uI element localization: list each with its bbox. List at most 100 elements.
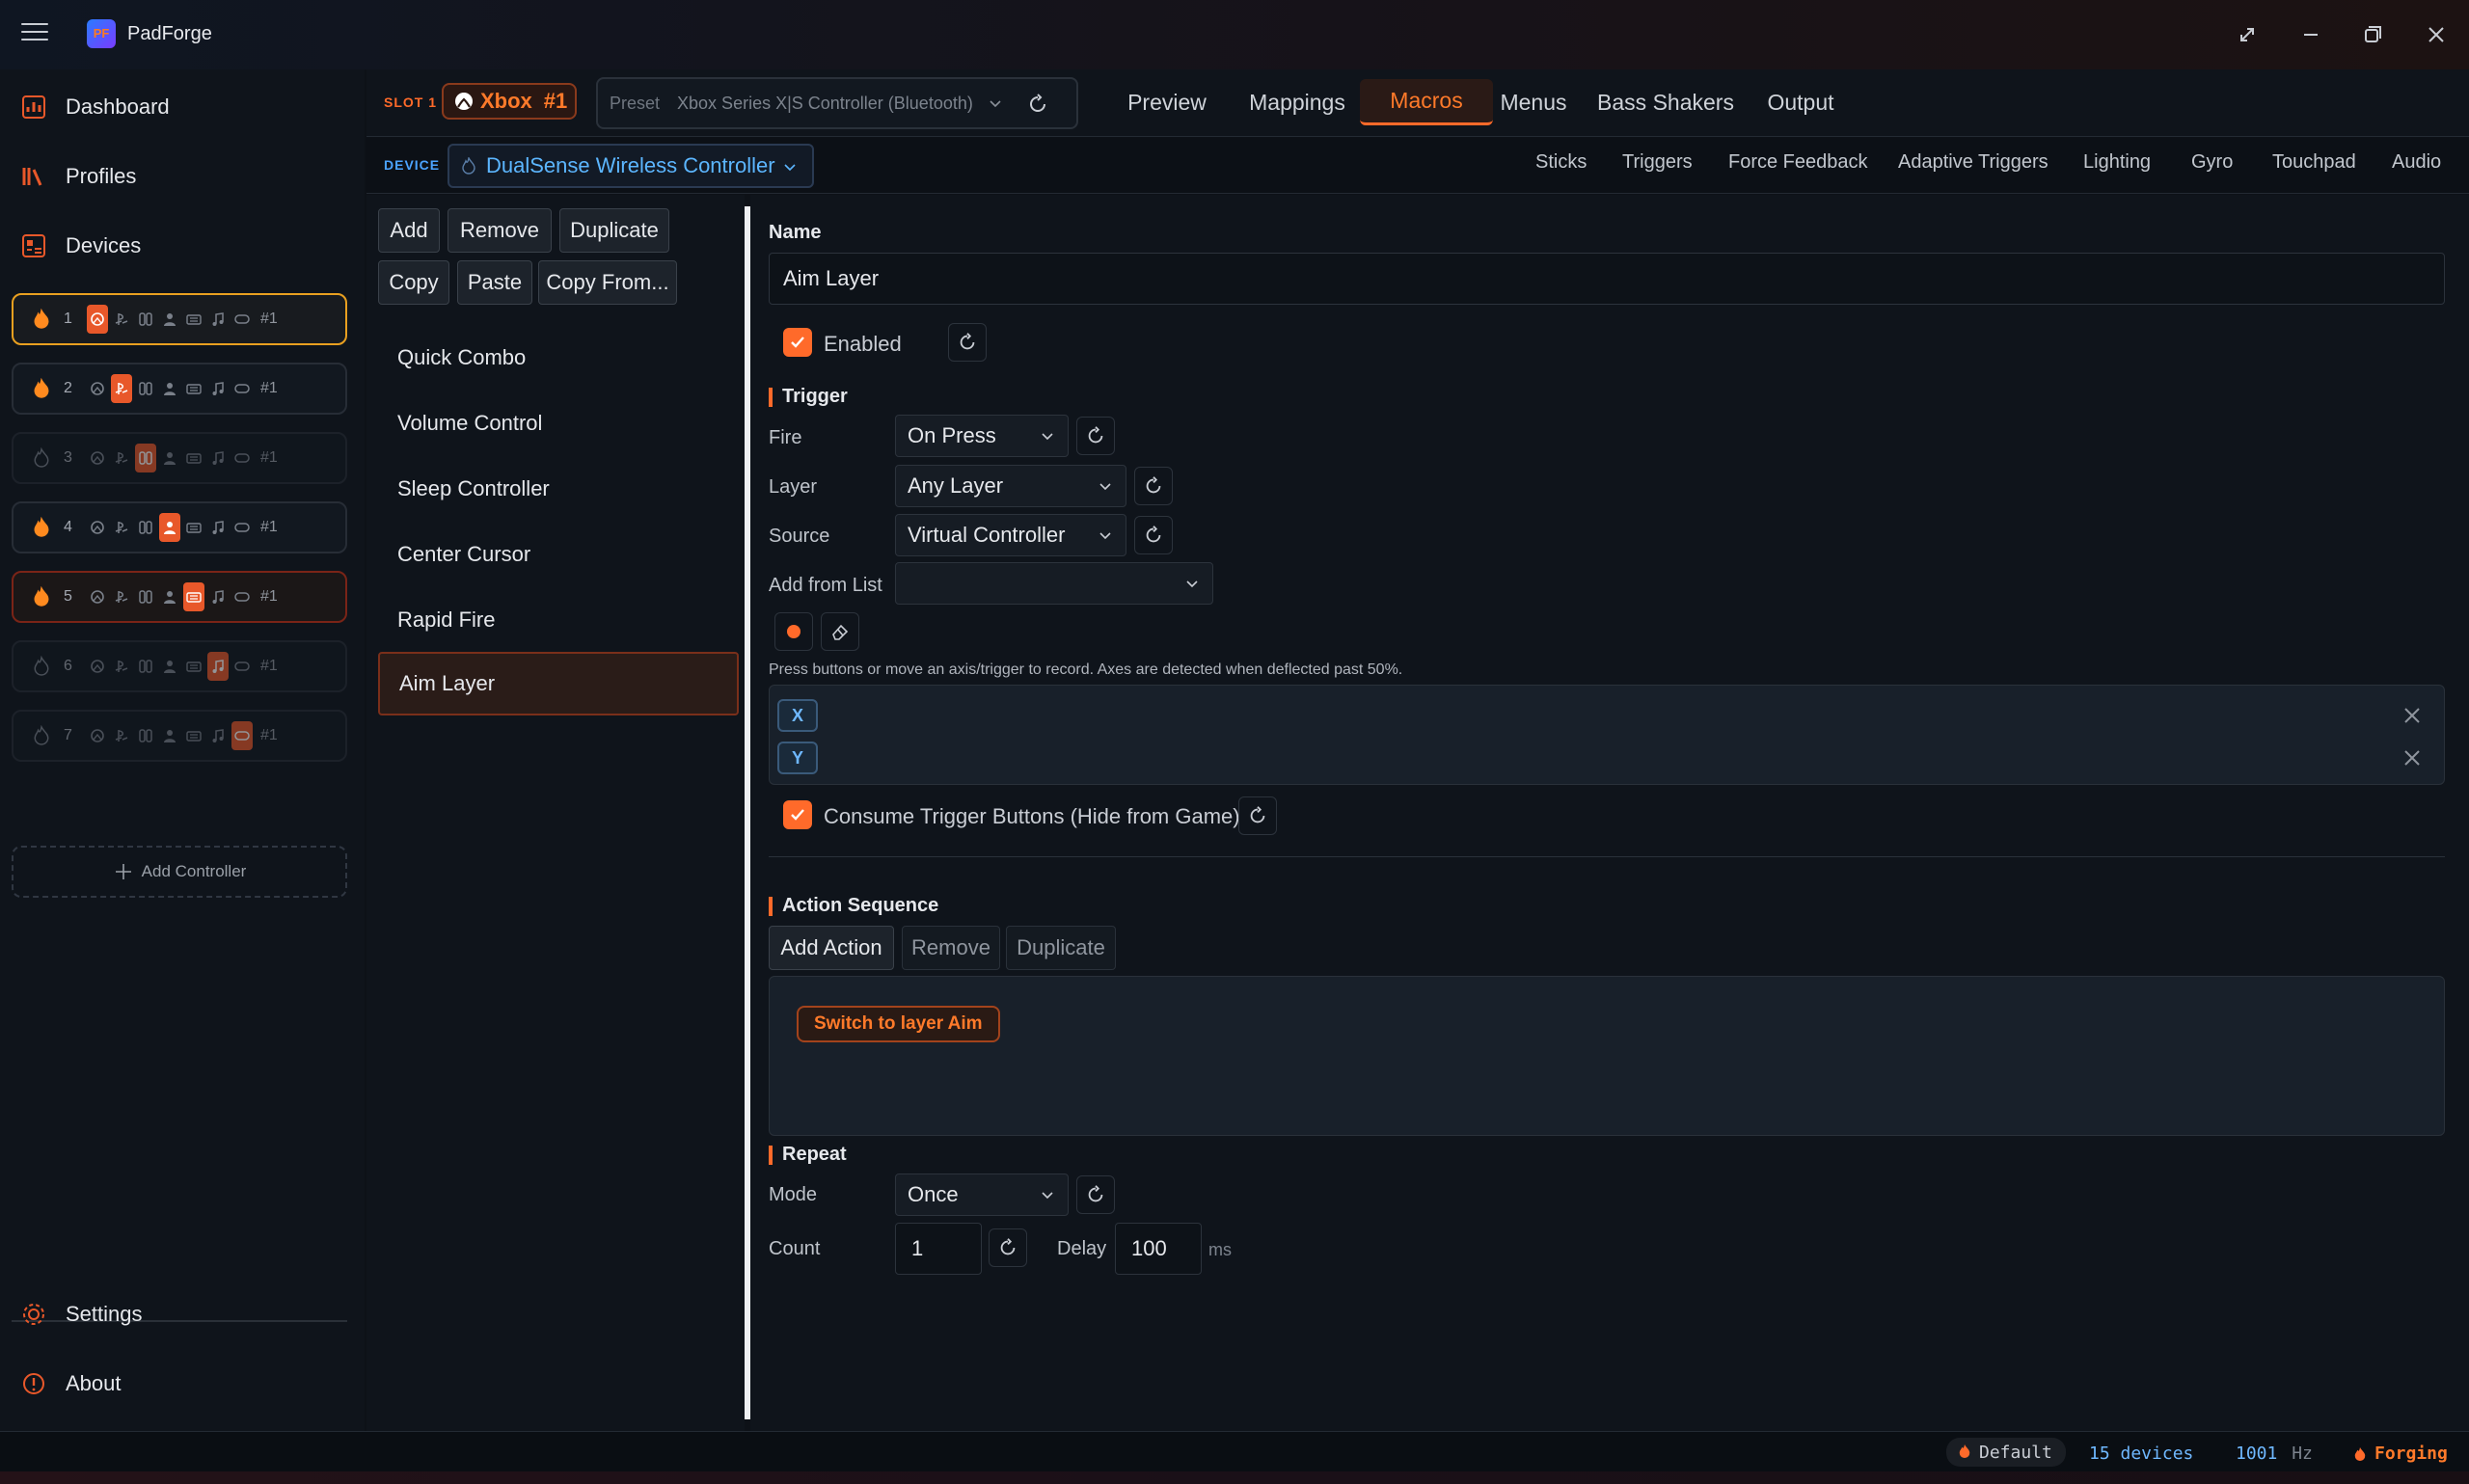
add-controller-button[interactable]: Add Controller [12, 846, 347, 898]
layer-reset-icon[interactable] [1134, 467, 1173, 505]
playstation-icon[interactable] [111, 374, 132, 403]
playstation-icon[interactable] [111, 586, 132, 607]
fire-reset-icon[interactable] [1076, 417, 1115, 455]
tab-menus[interactable]: Menus [1485, 79, 1582, 125]
close-icon[interactable] [2415, 13, 2457, 56]
xbox-icon[interactable] [87, 517, 108, 538]
tab-macros[interactable]: Macros [1360, 79, 1493, 125]
keyboard-icon[interactable] [183, 725, 204, 746]
person-icon[interactable] [159, 309, 180, 330]
keyboard-icon[interactable] [183, 378, 204, 399]
person-icon[interactable] [159, 378, 180, 399]
consume-trigger-checkbox[interactable] [783, 800, 812, 829]
remove-action-button[interactable]: Remove [902, 926, 1000, 970]
add-from-list-select[interactable] [895, 562, 1213, 605]
tab-output[interactable]: Output [1748, 79, 1854, 125]
minimize-icon[interactable] [2290, 13, 2332, 56]
switch-icon[interactable] [135, 656, 156, 677]
person-icon[interactable] [159, 725, 180, 746]
keyboard-icon[interactable] [183, 656, 204, 677]
profile-indicator[interactable]: Default [1946, 1438, 2066, 1467]
record-button[interactable] [774, 612, 813, 651]
nav-about[interactable]: About [19, 1360, 347, 1408]
gamepad-icon[interactable] [231, 517, 253, 538]
count-input[interactable]: 1 [895, 1223, 982, 1275]
music-icon[interactable] [207, 378, 229, 399]
controller-slot-2[interactable]: 2 #1 [12, 363, 347, 415]
playstation-icon[interactable] [111, 309, 132, 330]
controller-slot-5[interactable]: 5 #1 [12, 571, 347, 623]
music-icon[interactable] [207, 725, 229, 746]
switch-icon[interactable] [135, 309, 156, 330]
action-chip[interactable]: Switch to layer Aim [797, 1006, 1000, 1042]
switch-icon[interactable] [135, 517, 156, 538]
xbox-icon[interactable] [87, 656, 108, 677]
music-icon[interactable] [207, 652, 229, 681]
gamepad-icon[interactable] [231, 586, 253, 607]
music-icon[interactable] [207, 517, 229, 538]
gamepad-icon[interactable] [231, 721, 253, 750]
playstation-icon[interactable] [111, 517, 132, 538]
tab-bass-shakers[interactable]: Bass Shakers [1584, 79, 1748, 125]
xbox-icon[interactable] [87, 447, 108, 469]
nav-profiles[interactable]: Profiles [19, 152, 347, 201]
music-icon[interactable] [207, 586, 229, 607]
macro-item[interactable]: Volume Control [378, 391, 739, 455]
playstation-icon[interactable] [111, 725, 132, 746]
expand-icon[interactable] [2226, 13, 2268, 56]
preset-selector[interactable]: Preset Xbox Series X|S Controller (Bluet… [596, 77, 1078, 129]
enabled-reset-icon[interactable] [948, 323, 987, 362]
recorded-button-chip[interactable]: Y [777, 742, 818, 774]
add-macro-button[interactable]: Add [378, 208, 440, 253]
mode-select[interactable]: Once [895, 1174, 1069, 1216]
playstation-icon[interactable] [111, 447, 132, 469]
switch-icon[interactable] [135, 378, 156, 399]
keyboard-icon[interactable] [183, 582, 204, 611]
remove-recorded-icon[interactable] [2401, 705, 2423, 726]
xbox-icon[interactable] [87, 586, 108, 607]
nav-devices[interactable]: Devices [19, 222, 347, 270]
xbox-icon[interactable] [87, 378, 108, 399]
remove-macro-button[interactable]: Remove [448, 208, 552, 253]
source-select[interactable]: Virtual Controller [895, 514, 1126, 556]
remove-recorded-icon[interactable] [2401, 747, 2423, 769]
macro-item[interactable]: Rapid Fire [378, 588, 739, 652]
switch-icon[interactable] [135, 444, 156, 472]
music-icon[interactable] [207, 309, 229, 330]
macro-item[interactable]: Sleep Controller [378, 457, 739, 521]
subtab-adaptive-triggers[interactable]: Adaptive Triggers [1898, 151, 2048, 174]
subtab-triggers[interactable]: Triggers [1622, 151, 1693, 174]
controller-slot-4[interactable]: 4 #1 [12, 501, 347, 553]
person-icon[interactable] [159, 513, 180, 542]
nav-settings[interactable]: Settings [19, 1290, 347, 1338]
person-icon[interactable] [159, 447, 180, 469]
clear-recording-button[interactable] [821, 612, 859, 651]
macro-item[interactable]: Quick Combo [378, 326, 739, 390]
gamepad-icon[interactable] [231, 656, 253, 677]
playstation-icon[interactable] [111, 656, 132, 677]
controller-slot-1[interactable]: 1 #1 [12, 293, 347, 345]
controller-slot-3[interactable]: 3 #1 [12, 432, 347, 484]
restore-icon[interactable] [2351, 13, 2394, 56]
tab-mappings[interactable]: Mappings [1233, 79, 1362, 125]
fire-select[interactable]: On Press [895, 415, 1069, 457]
subtab-lighting[interactable]: Lighting [2083, 151, 2151, 174]
duplicate-action-button[interactable]: Duplicate [1006, 926, 1116, 970]
subtab-sticks[interactable]: Sticks [1535, 151, 1587, 174]
subtab-touchpad[interactable]: Touchpad [2272, 151, 2356, 174]
count-reset-icon[interactable] [989, 1228, 1027, 1267]
controller-type-badge[interactable]: Xbox #1 [442, 83, 577, 120]
duplicate-macro-button[interactable]: Duplicate [559, 208, 669, 253]
preset-reset-icon[interactable] [1026, 93, 1049, 116]
controller-slot-6[interactable]: 6 #1 [12, 640, 347, 692]
subtab-force-feedback[interactable]: Force Feedback [1728, 151, 1868, 174]
subtab-gyro[interactable]: Gyro [2191, 151, 2233, 174]
macro-item[interactable]: Center Cursor [378, 523, 739, 586]
macro-item-selected[interactable]: Aim Layer [378, 652, 739, 715]
person-icon[interactable] [159, 586, 180, 607]
subtab-audio[interactable]: Audio [2392, 151, 2441, 174]
copy-from-button[interactable]: Copy From... [538, 260, 677, 305]
recorded-button-chip[interactable]: X [777, 699, 818, 732]
copy-macro-button[interactable]: Copy [378, 260, 449, 305]
gamepad-icon[interactable] [231, 378, 253, 399]
